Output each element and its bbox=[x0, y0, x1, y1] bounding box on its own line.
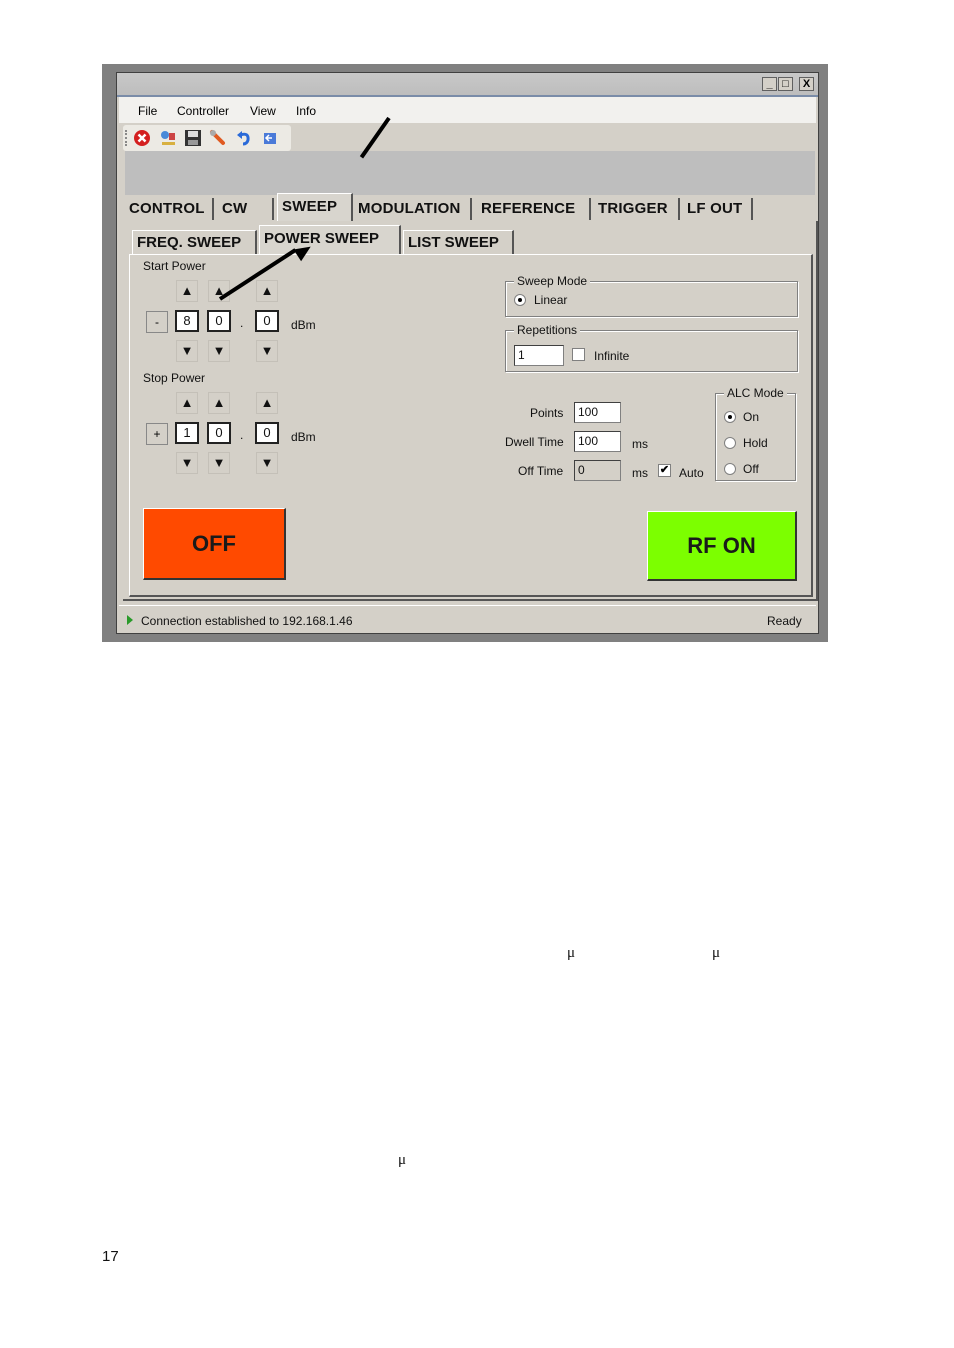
page-number: 17 bbox=[102, 1248, 119, 1265]
alc-mode-legend: ALC Mode bbox=[724, 386, 787, 400]
application-window: _ □ X File Controller View Info CONTROL bbox=[116, 72, 819, 634]
dwell-time-label: Dwell Time bbox=[505, 435, 564, 449]
tab-lf-out[interactable]: LF OUT bbox=[683, 198, 753, 220]
repetitions-group: Repetitions 1 Infinite bbox=[505, 323, 798, 372]
subtab-power-sweep[interactable]: POWER SWEEP bbox=[259, 225, 401, 254]
menu-info[interactable]: Info bbox=[296, 104, 316, 118]
stop-power-units-down[interactable]: ▼ bbox=[208, 452, 230, 474]
repetitions-input[interactable]: 1 bbox=[514, 345, 564, 366]
stop-power-tenths-down[interactable]: ▼ bbox=[256, 452, 278, 474]
stop-power-decimal: . bbox=[240, 428, 244, 442]
alc-hold-label: Hold bbox=[743, 436, 768, 450]
dwell-time-input[interactable]: 100 bbox=[574, 431, 621, 452]
infinite-checkbox[interactable] bbox=[572, 348, 585, 361]
alc-off-label: Off bbox=[743, 462, 759, 476]
status-state: Ready bbox=[767, 614, 802, 628]
stop-icon[interactable] bbox=[133, 129, 151, 147]
tab-sweep[interactable]: SWEEP bbox=[277, 193, 353, 221]
start-power-digit-units[interactable]: 0 bbox=[207, 310, 231, 332]
start-power-tens-down[interactable]: ▼ bbox=[176, 340, 198, 362]
points-label: Points bbox=[530, 406, 564, 420]
stop-power-unit: dBm bbox=[291, 430, 316, 444]
sweep-mode-linear-label: Linear bbox=[534, 293, 568, 307]
start-power-units-down[interactable]: ▼ bbox=[208, 340, 230, 362]
start-power-tens-up[interactable]: ▲ bbox=[176, 280, 198, 302]
info-bar bbox=[125, 151, 815, 195]
alc-on-radio[interactable] bbox=[724, 411, 736, 423]
exit-icon[interactable] bbox=[261, 129, 279, 147]
undo-icon[interactable] bbox=[235, 129, 253, 147]
menu-file[interactable]: File bbox=[138, 104, 157, 118]
toolbar bbox=[123, 125, 291, 151]
start-power-tenths-up[interactable]: ▲ bbox=[256, 280, 278, 302]
menu-view[interactable]: View bbox=[250, 104, 276, 118]
wrench-icon[interactable] bbox=[209, 129, 227, 147]
off-time-label: Off Time bbox=[518, 464, 564, 478]
tab-cw[interactable]: CW bbox=[218, 198, 274, 220]
minimize-button[interactable]: _ bbox=[762, 77, 777, 91]
status-play-icon bbox=[127, 615, 133, 625]
mu-symbol: μ bbox=[712, 945, 721, 961]
start-power-sign-button[interactable]: - bbox=[146, 311, 168, 333]
points-input[interactable]: 100 bbox=[574, 402, 621, 423]
tab-trigger[interactable]: TRIGGER bbox=[594, 198, 680, 220]
sweep-mode-legend: Sweep Mode bbox=[514, 274, 591, 288]
start-power-unit: dBm bbox=[291, 318, 316, 332]
stop-power-tens-up[interactable]: ▲ bbox=[176, 392, 198, 414]
tab-control[interactable]: CONTROL bbox=[125, 198, 214, 220]
auto-checkbox[interactable]: ✔ bbox=[658, 464, 671, 477]
subtab-freq-sweep[interactable]: FREQ. SWEEP bbox=[132, 230, 257, 254]
infinite-label: Infinite bbox=[594, 349, 630, 363]
mu-symbol: μ bbox=[398, 1152, 407, 1168]
stop-power-digit-units[interactable]: 0 bbox=[207, 422, 231, 444]
save-icon[interactable] bbox=[184, 129, 202, 147]
stop-power-units-up[interactable]: ▲ bbox=[208, 392, 230, 414]
start-power-label: Start Power bbox=[143, 259, 206, 273]
menu-controller[interactable]: Controller bbox=[177, 104, 229, 118]
sweep-mode-group: Sweep Mode Linear bbox=[505, 274, 798, 317]
alc-mode-group: ALC Mode On Hold Off bbox=[715, 386, 796, 481]
alc-off-radio[interactable] bbox=[724, 463, 736, 475]
dwell-time-unit: ms bbox=[632, 437, 648, 451]
subtab-list-sweep[interactable]: LIST SWEEP bbox=[403, 230, 514, 254]
rf-on-button[interactable]: RF ON bbox=[647, 511, 797, 581]
network-icon[interactable] bbox=[159, 129, 177, 147]
stop-power-sign-button[interactable]: + bbox=[146, 423, 168, 445]
off-button[interactable]: OFF bbox=[143, 508, 286, 580]
stop-power-label: Stop Power bbox=[143, 371, 206, 385]
close-button[interactable]: X bbox=[799, 77, 814, 91]
start-power-digit-tenths[interactable]: 0 bbox=[255, 310, 279, 332]
title-bar: _ □ X bbox=[117, 73, 818, 97]
status-bar: Connection established to 192.168.1.46 R… bbox=[119, 605, 816, 630]
auto-label: Auto bbox=[679, 466, 704, 480]
maximize-button[interactable]: □ bbox=[778, 77, 793, 91]
start-power-digit-tens[interactable]: 8 bbox=[175, 310, 199, 332]
start-power-decimal: . bbox=[240, 316, 244, 330]
mu-symbol: μ bbox=[567, 945, 576, 961]
repetitions-legend: Repetitions bbox=[514, 323, 581, 337]
status-message: Connection established to 192.168.1.46 bbox=[141, 614, 353, 628]
alc-hold-radio[interactable] bbox=[724, 437, 736, 449]
tab-reference[interactable]: REFERENCE bbox=[477, 198, 591, 220]
off-time-unit: ms bbox=[632, 466, 648, 480]
stop-power-tenths-up[interactable]: ▲ bbox=[256, 392, 278, 414]
start-power-tenths-down[interactable]: ▼ bbox=[256, 340, 278, 362]
tab-modulation[interactable]: MODULATION bbox=[354, 198, 472, 220]
off-time-input[interactable]: 0 bbox=[574, 460, 621, 481]
stop-power-digit-tens[interactable]: 1 bbox=[175, 422, 199, 444]
toolbar-grip[interactable] bbox=[125, 130, 129, 146]
alc-on-label: On bbox=[743, 410, 760, 424]
stop-power-digit-tenths[interactable]: 0 bbox=[255, 422, 279, 444]
sweep-mode-linear-radio[interactable] bbox=[514, 294, 526, 306]
stop-power-tens-down[interactable]: ▼ bbox=[176, 452, 198, 474]
menu-bar: File Controller View Info bbox=[119, 97, 816, 123]
